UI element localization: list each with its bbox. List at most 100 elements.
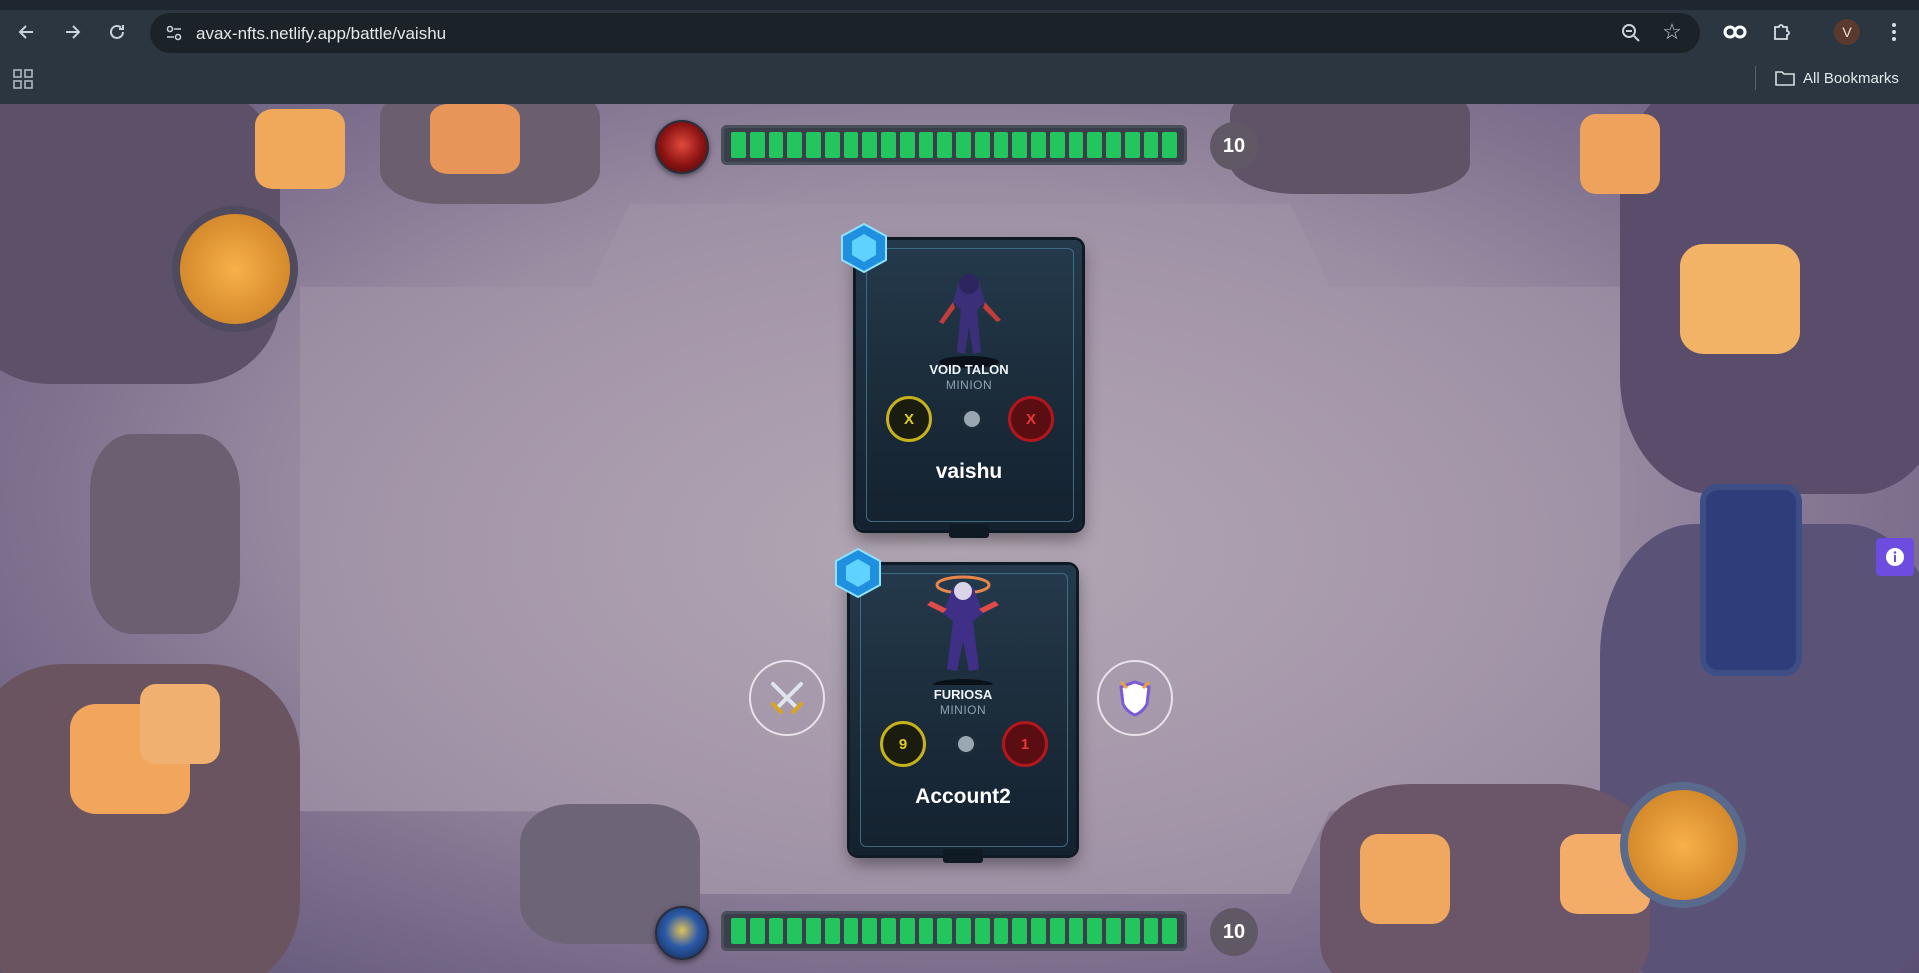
defend-button[interactable] [1097,660,1173,736]
attack-stat: 9 [880,721,926,767]
hp-segment [1143,132,1159,158]
amber-crystal [255,109,345,189]
hp-segment [1068,132,1084,158]
hp-segment [787,132,802,158]
hp-segment [768,918,784,944]
hp-segment [937,132,952,158]
hp-segment [862,918,877,944]
hp-segment [1068,918,1084,944]
extensions-puzzle-icon[interactable] [1766,16,1798,48]
amber-crystal [1580,114,1660,194]
card-tab [949,524,989,538]
forward-button[interactable] [56,16,88,48]
attack-button[interactable] [749,660,825,736]
hp-segment [843,132,859,158]
tab-strip [0,0,1919,10]
defense-stat: 1 [1002,721,1048,767]
infinity-icon [1723,25,1747,39]
hp-segment [862,132,877,158]
profile-avatar[interactable]: V [1834,19,1860,45]
player-card[interactable]: FURIOSA MINION 9 1 Account2 [835,547,1076,863]
amber-crystal [430,104,520,174]
info-icon [1886,548,1904,566]
hp-segment [787,918,802,944]
card-center-dot [955,733,977,755]
blue-portal [1700,484,1802,676]
hp-segment [974,132,990,158]
amber-crystal [1680,244,1800,354]
battle-arena: 10 VOID TALON MINION X X vaishu FURIOSA … [0,104,1919,973]
hp-segment [1124,918,1140,944]
hp-segment [1049,132,1065,158]
hp-segment [731,918,746,944]
hp-segment [1106,132,1121,158]
orange-orb [180,214,290,324]
browser-menu-button[interactable] [1878,16,1910,48]
card-name: FURIOSA [933,687,993,702]
folder-icon [1775,71,1795,86]
hp-segment [1162,918,1177,944]
hp-segment [1143,918,1159,944]
hp-segment [731,132,746,158]
bookmark-star-icon[interactable]: ☆ [1660,20,1684,44]
hp-segment [806,132,821,158]
hp-segment [899,918,915,944]
mana-gem-icon [835,547,881,599]
address-bar[interactable]: avax-nfts.netlify.app/battle/vaishu ☆ [150,13,1700,53]
opponent-card[interactable]: VOID TALON MINION X X vaishu [841,222,1082,538]
hp-segment [1106,918,1121,944]
site-info-icon[interactable] [164,23,184,43]
hp-segment [1124,132,1140,158]
hp-segment [1012,918,1027,944]
puzzle-icon [1774,24,1790,40]
amber-crystal [140,684,220,764]
url-text[interactable]: avax-nfts.netlify.app/battle/vaishu [196,24,446,44]
attack-stat: X [886,396,932,442]
info-button[interactable] [1876,538,1914,576]
bookmarks-separator [1755,66,1756,90]
card-tab [943,849,983,863]
player-health-bar: 10 [655,902,1258,962]
all-bookmarks-label: All Bookmarks [1803,69,1899,87]
hp-segment [824,132,840,158]
hp-segment [1012,132,1027,158]
player-hp-value: 10 [1210,908,1258,956]
opponent-player-name: vaishu [935,460,1003,483]
card-type: MINION [939,703,987,717]
hp-segment [749,132,765,158]
rock-decoration [1230,104,1470,194]
zoom-icon[interactable] [1620,22,1642,44]
reload-icon [110,24,124,39]
hp-segment [881,918,896,944]
void-talon-character-icon [939,274,1001,368]
defense-stat: X [1008,396,1054,442]
hp-segment [937,918,952,944]
player-name: Account2 [915,785,1011,808]
card-type: MINION [945,378,993,392]
hp-segment [1087,132,1102,158]
opponent-health-bar: 10 [655,116,1258,176]
all-bookmarks-button[interactable]: All Bookmarks [1775,66,1899,90]
card-name: VOID TALON [929,362,1009,377]
incognito-extension-icon[interactable] [1719,16,1751,48]
hp-segment [899,132,915,158]
back-arrow-icon [18,25,33,39]
hp-segment [1162,132,1177,158]
opponent-hp-value: 10 [1210,122,1258,170]
back-button[interactable] [11,16,43,48]
player-hp-fill [731,918,1177,944]
apps-grid-icon[interactable] [12,68,34,90]
amber-crystal [1360,834,1450,924]
orange-orb [1628,790,1738,900]
hp-segment [806,918,821,944]
hp-segment [1031,918,1046,944]
hp-segment [918,132,934,158]
hp-segment [881,132,896,158]
hp-segment [1049,918,1065,944]
opponent-hp-fill [731,132,1177,158]
furiosa-character-icon [927,575,999,685]
hp-segment [843,918,859,944]
rock-decoration [90,434,240,634]
reload-button[interactable] [101,16,133,48]
hp-segment [1031,132,1046,158]
